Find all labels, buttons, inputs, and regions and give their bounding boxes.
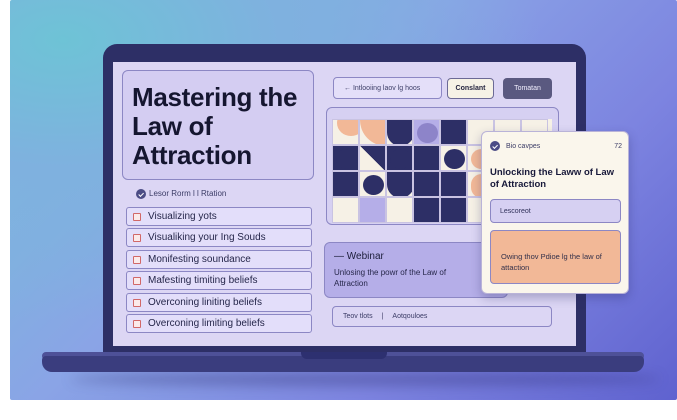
pattern-tile [386, 145, 413, 171]
webinar-title-text: Webinar [346, 251, 384, 262]
pattern-shape [414, 146, 439, 170]
pattern-shape [387, 172, 412, 196]
laptop-shadow [70, 372, 660, 386]
pattern-tile [332, 119, 359, 145]
hero-panel: Mastering the Law of Attraction [122, 70, 314, 180]
list-item[interactable]: Mafesting timiting beliefs [126, 271, 312, 290]
laptop-notch [301, 352, 387, 359]
pattern-tile [332, 197, 359, 223]
card-input-value: Lescoreot [500, 207, 531, 215]
list-item-label: Visualiking your Ing Souds [148, 232, 266, 243]
list-item[interactable]: Overconing limiting beliefs [126, 314, 312, 333]
card-note: Owing thov Pdioe lg the law of attaction [490, 230, 621, 284]
pattern-tile [440, 197, 467, 223]
list-item[interactable]: Visualiking your Ing Souds [126, 228, 312, 247]
pattern-shape [337, 120, 358, 136]
pattern-tile [359, 171, 386, 197]
list-item[interactable]: Monifesting soundance [126, 250, 312, 269]
pattern-shape [390, 149, 411, 169]
pattern-tile [332, 145, 359, 171]
pattern-shape [336, 175, 357, 195]
pattern-shape [414, 198, 439, 222]
list-item-label: Overconing limiting beliefs [148, 318, 265, 329]
pattern-tile [359, 119, 386, 145]
list-item-label: Overconing liniting beliefs [148, 297, 262, 308]
pattern-tile [386, 119, 413, 145]
checkbox-icon[interactable] [133, 319, 141, 328]
list-item[interactable]: Overconing liniting beliefs [126, 293, 312, 312]
lesson-card: Bio cavpes 72 Unlocking the Laww of Law … [481, 131, 629, 294]
card-title: Unlocking the Laww of Law of Attraction [490, 167, 615, 190]
pattern-tile [332, 171, 359, 197]
footer-right: Aotqouloes [392, 313, 428, 320]
checkbox-icon[interactable] [133, 233, 141, 242]
checkbox-icon[interactable] [133, 298, 141, 307]
pattern-shape [360, 120, 385, 144]
check-icon [490, 141, 500, 151]
pattern-tile [440, 171, 467, 197]
pattern-shape [417, 123, 438, 143]
checkbox-icon[interactable] [133, 255, 141, 264]
pattern-tile [359, 145, 386, 171]
check-icon [136, 189, 146, 199]
card-header-number: 72 [614, 142, 622, 150]
webinar-description: Unlosing the powr of the Law of Attracti… [334, 268, 447, 288]
pattern-tile [359, 197, 386, 223]
page-title: Mastering the Law of Attraction [132, 82, 298, 170]
pattern-tile [440, 145, 467, 171]
pattern-shape [360, 146, 385, 170]
list-item-label: Mafesting timiting beliefs [148, 275, 258, 286]
pattern-tile [413, 197, 440, 223]
webinar-title: — Webinar [334, 251, 384, 262]
pattern-shape [444, 175, 465, 195]
pattern-tile [386, 171, 413, 197]
list-item-label: Monifesting soundance [148, 254, 251, 265]
pattern-shape [417, 175, 438, 195]
card-header-label: Bio cavpes [506, 142, 541, 150]
search-text: ← Intlooiing laov lg hoos [344, 84, 421, 92]
search-bar[interactable]: ← Intlooiing laov lg hoos [333, 77, 442, 99]
pattern-shape [336, 149, 357, 169]
list-item[interactable]: Visualizing yots [126, 207, 312, 226]
checkbox-icon[interactable] [133, 212, 141, 221]
pattern-tile [413, 145, 440, 171]
pattern-shape [444, 149, 465, 169]
pattern-tile [413, 171, 440, 197]
pattern-tile [413, 119, 440, 145]
pattern-tile [386, 197, 413, 223]
tomatan-button[interactable]: Tomatan [503, 78, 552, 99]
pattern-tile [440, 119, 467, 145]
separator: | [381, 313, 384, 320]
card-input-field[interactable]: Lescoreot [490, 199, 621, 223]
footer-bar[interactable]: Teov tlots | Aotqouloes [332, 306, 552, 327]
pattern-shape [363, 175, 384, 195]
pattern-shape [387, 120, 412, 144]
hero-subtitle: Lesor Rorm l l Rtation [149, 189, 227, 198]
footer-left: Teov tlots [343, 313, 373, 320]
constant-button[interactable]: Conslant [447, 78, 494, 99]
list-item-label: Visualizing yots [148, 211, 217, 222]
card-header: Bio cavpes 72 [490, 141, 622, 151]
checkbox-icon[interactable] [133, 276, 141, 285]
pattern-shape [363, 201, 384, 221]
